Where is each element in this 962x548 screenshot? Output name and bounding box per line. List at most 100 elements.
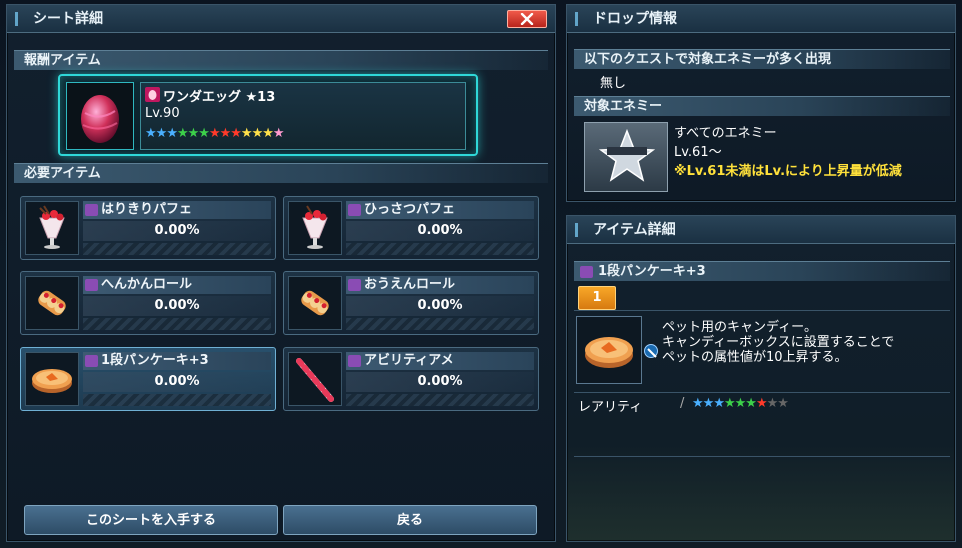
close-button[interactable] <box>507 10 547 28</box>
rarity-star-icon: ★ <box>240 126 253 141</box>
rarity-star-icon: ★ <box>734 396 747 411</box>
reward-section-label: 報酬アイテム <box>24 53 101 68</box>
required-item-progress: 0.00% <box>346 221 534 241</box>
item-description-line-3: ペットの属性値が10上昇する。 <box>662 350 848 365</box>
required-item-2[interactable]: ひっさつパフェ 0.00% <box>283 196 539 260</box>
progress-stripe <box>346 318 534 330</box>
rarity-star-icon: ★ <box>219 126 232 141</box>
egg-icon <box>81 95 119 143</box>
panel-title-text: アイテム詳細 <box>593 222 676 238</box>
item-name-text: ひっさつパフェ <box>364 202 456 217</box>
get-sheet-button[interactable]: このシートを入手する <box>24 505 278 535</box>
enemy-name: すべてのエネミー <box>674 126 777 141</box>
item-name-text: へんかんロール <box>101 277 193 292</box>
rarity-star-icon: ★ <box>723 396 736 411</box>
required-item-5[interactable]: 1段パンケーキ+3 0.00% <box>20 347 276 411</box>
required-item-progress: 0.00% <box>346 372 534 392</box>
detail-item-name: 1段パンケーキ+3 <box>598 264 706 279</box>
reward-section-header: 報酬アイテム <box>14 50 548 70</box>
rarity-star-icon: ★ <box>251 126 264 141</box>
detail-item-name-header: 1段パンケーキ+3 <box>574 261 950 281</box>
item-name-text: アビリティアメ <box>364 353 454 368</box>
pet-candy-tag-icon <box>580 266 593 278</box>
rarity-slash: / <box>680 396 685 411</box>
rarity-star-icon: ★ <box>745 396 757 411</box>
rarity-star-icon: ★ <box>272 126 285 141</box>
rarity-star-icon: ★ <box>198 126 210 141</box>
pet-candy-tag-icon <box>348 204 361 216</box>
panel-title-text: シート詳細 <box>33 11 103 27</box>
rarity-star-icon: ★ <box>176 126 189 141</box>
rarity-star-icon: ★ <box>187 126 200 141</box>
divider <box>574 310 950 311</box>
rarity-star-icon: ★ <box>166 126 178 141</box>
pet-candy-tag-icon <box>85 204 98 216</box>
progress-stripe <box>346 394 534 406</box>
item-name-text: 1段パンケーキ+3 <box>101 353 209 368</box>
rarity-label: レアリティ <box>578 400 643 415</box>
reward-item-icon-frame <box>66 82 134 150</box>
progress-stripe <box>83 394 271 406</box>
sheet-detail-title: シート詳細 <box>7 5 555 33</box>
progress-stripe <box>346 243 534 255</box>
no-trade-icon <box>644 344 658 358</box>
roll-cake-icon <box>25 276 79 330</box>
enemy-header-label: 対象エネミー <box>584 99 663 114</box>
reward-item-name: ワンダエッグ ★13 <box>163 90 276 105</box>
required-item-progress: 0.00% <box>83 296 271 316</box>
progress-stripe <box>83 318 271 330</box>
rarity-star-icon: ★ <box>208 126 221 141</box>
required-item-4[interactable]: おうえんロール 0.00% <box>283 271 539 335</box>
close-icon <box>520 13 534 25</box>
parfait-icon <box>25 201 79 255</box>
candy-cane-icon <box>288 352 342 406</box>
rarity-star-icon: ★ <box>713 396 725 411</box>
panel-title-text: ドロップ情報 <box>593 11 677 27</box>
rarity-star-icon: ★ <box>766 396 779 411</box>
drop-info-title: ドロップ情報 <box>567 5 955 33</box>
divider <box>574 392 950 393</box>
quest-section-header: 以下のクエストで対象エネミーが多く出現 <box>574 49 950 69</box>
item-name-text: はりきりパフェ <box>101 202 193 217</box>
rarity-stars: ★★★★★★★★★ <box>692 396 789 411</box>
item-level-tab[interactable]: 1 <box>578 286 616 310</box>
quest-value: 無し <box>600 76 627 91</box>
reward-item-level: Lv.90 <box>145 106 180 121</box>
item-detail-title: アイテム詳細 <box>567 216 955 244</box>
rarity-star-icon: ★ <box>262 126 274 141</box>
required-item-3[interactable]: へんかんロール 0.00% <box>20 271 276 335</box>
rarity-star-icon: ★ <box>702 396 715 411</box>
enemy-star-icon <box>584 122 668 192</box>
rarity-star-icon: ★ <box>755 396 768 411</box>
enemy-section-header: 対象エネミー <box>574 96 950 116</box>
roll-cake-icon <box>288 276 342 330</box>
required-item-1[interactable]: はりきりパフェ 0.00% <box>20 196 276 260</box>
egg-category-icon <box>145 87 160 102</box>
enemy-level-note: ※Lv.61未満はLv.により上昇量が低減 <box>674 164 902 179</box>
back-button[interactable]: 戻る <box>283 505 537 535</box>
required-item-name: アビリティアメ <box>346 352 534 370</box>
rarity-star-icon: ★ <box>155 126 168 141</box>
pet-candy-tag-icon <box>348 279 361 291</box>
pet-candy-tag-icon <box>85 279 98 291</box>
required-item-name: おうえんロール <box>346 276 534 294</box>
required-item-progress: 0.00% <box>346 296 534 316</box>
reward-item-card[interactable]: ワンダエッグ ★13 Lv.90 ★★★★★★★★★★★★★ <box>58 74 478 156</box>
rarity-star-icon: ★ <box>230 126 242 141</box>
quest-header-label: 以下のクエストで対象エネミーが多く出現 <box>584 52 832 67</box>
reward-rarity-stars: ★★★★★★★★★★★★★ <box>145 126 285 141</box>
enemy-level: Lv.61～ <box>674 145 722 160</box>
divider <box>574 456 950 457</box>
progress-stripe <box>83 243 271 255</box>
required-item-6[interactable]: アビリティアメ 0.00% <box>283 347 539 411</box>
pancake-icon <box>25 352 79 406</box>
required-item-progress: 0.00% <box>83 221 271 241</box>
rarity-star-icon: ★ <box>777 396 789 411</box>
required-item-name: 1段パンケーキ+3 <box>83 352 271 370</box>
reward-item-info: ワンダエッグ ★13 Lv.90 ★★★★★★★★★★★★★ <box>140 82 466 150</box>
parfait-icon <box>288 201 342 255</box>
rarity-star-icon: ★ <box>692 396 704 411</box>
required-item-name: はりきりパフェ <box>83 201 271 219</box>
required-section-label: 必要アイテム <box>24 166 101 181</box>
required-section-header: 必要アイテム <box>14 163 548 183</box>
